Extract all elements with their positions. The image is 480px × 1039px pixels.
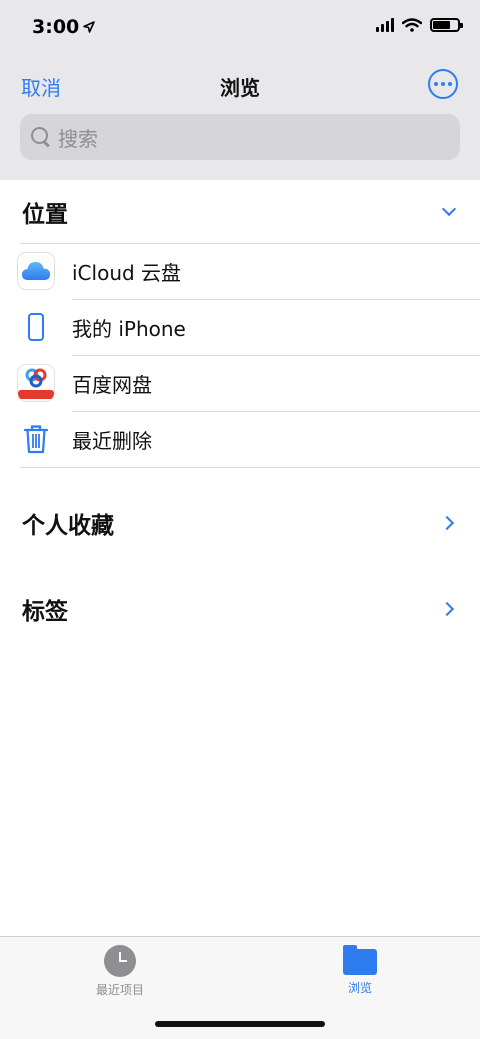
chevron-right-icon <box>439 515 455 531</box>
more-icon[interactable] <box>428 69 458 99</box>
chevron-right-icon <box>439 601 455 617</box>
tab-browse[interactable]: 浏览 <box>300 945 420 996</box>
trash-icon <box>17 420 55 458</box>
search-placeholder: 搜索 <box>58 126 98 151</box>
location-item-icloud[interactable]: iCloud 云盘 <box>0 243 480 299</box>
location-arrow-icon <box>83 21 96 33</box>
icloud-drive-icon <box>17 252 55 290</box>
location-label: 我的 iPhone <box>72 316 186 341</box>
navigation-bar: 取消 浏览 <box>0 64 480 108</box>
status-bar: 3:00 <box>0 0 480 56</box>
tab-label: 浏览 <box>347 981 372 995</box>
iphone-icon <box>17 308 55 346</box>
status-time: 3:00 <box>32 16 96 38</box>
status-time-text: 3:00 <box>32 16 80 38</box>
section-header-favorites[interactable]: 个人收藏 <box>0 493 480 553</box>
chevron-down-icon <box>441 201 457 217</box>
wifi-icon <box>402 18 422 32</box>
tab-label: 最近项目 <box>95 983 144 997</box>
location-item-baidu[interactable]: 百度网盘 <box>0 355 480 411</box>
tab-recents[interactable]: 最近项目 <box>60 945 180 998</box>
location-label: 最近删除 <box>72 428 152 453</box>
cellular-signal-icon <box>376 18 394 32</box>
section-title-tags: 标签 <box>22 599 68 625</box>
header-area: 3:00 取消 浏览 搜索 <box>0 0 480 180</box>
status-indicators <box>376 18 463 32</box>
page-title: 浏览 <box>220 76 260 100</box>
search-input[interactable]: 搜索 <box>20 114 460 160</box>
section-header-tags[interactable]: 标签 <box>0 579 480 639</box>
search-icon <box>30 126 52 148</box>
section-title-favorites: 个人收藏 <box>22 513 114 539</box>
location-item-recently-deleted[interactable]: 最近删除 <box>0 411 480 467</box>
home-indicator <box>155 1021 325 1027</box>
section-title-locations: 位置 <box>22 202 68 228</box>
battery-icon <box>430 18 463 32</box>
clock-icon <box>104 945 136 977</box>
location-label: iCloud 云盘 <box>72 260 182 285</box>
location-label: 百度网盘 <box>72 372 152 397</box>
baidu-netdisk-icon <box>17 364 55 402</box>
divider <box>20 467 480 468</box>
location-item-iphone[interactable]: 我的 iPhone <box>0 299 480 355</box>
section-header-locations[interactable]: 位置 <box>0 182 480 242</box>
folder-icon <box>343 945 377 975</box>
